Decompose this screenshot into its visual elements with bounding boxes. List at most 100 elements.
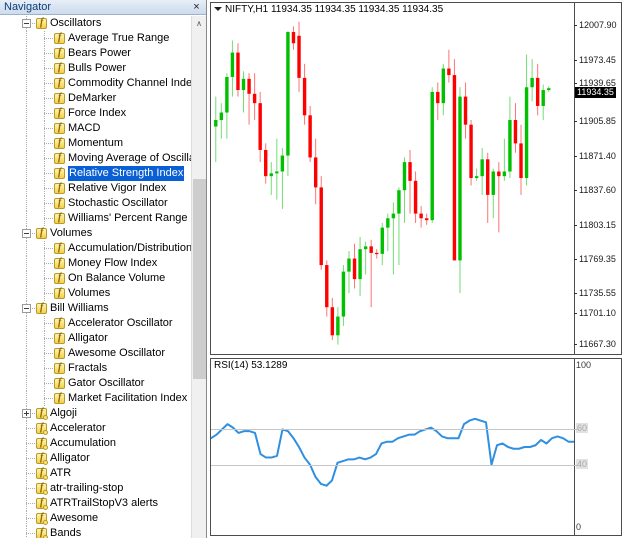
scroll-up-icon[interactable]: ∧ [192, 16, 206, 31]
tree-item-stochastic-oscillator[interactable]: Stochastic Oscillator [0, 196, 192, 211]
rsi-indicator-pane[interactable]: RSI(14) 53.1289 100 0 60 40 [210, 358, 622, 536]
tree-item-label: Oscillators [50, 17, 102, 29]
tree-item-accelerator[interactable]: Accelerator [0, 421, 192, 436]
tree-item-label: Accumulation [50, 437, 117, 449]
tree-connector-line [44, 68, 54, 69]
tree-connector-line [44, 38, 54, 39]
tree-connector-line [44, 263, 54, 264]
tree-connector-line [44, 158, 54, 159]
tree-connector-line [26, 331, 27, 346]
close-icon[interactable]: × [190, 0, 203, 14]
tree-connector-line [26, 241, 27, 256]
tree-item-gator-oscillator[interactable]: Gator Oscillator [0, 376, 192, 391]
axis-tick-mark [574, 259, 577, 261]
tree-item-alligator[interactable]: Alligator [0, 331, 192, 346]
rsi-axis[interactable]: 100 0 60 40 [574, 359, 621, 535]
tree-item-bears-power[interactable]: Bears Power [0, 46, 192, 61]
function-icon [54, 92, 65, 104]
tree-item-label: Volumes [50, 227, 93, 239]
tree-item-awesome-oscillator[interactable]: Awesome Oscillator [0, 346, 192, 361]
tree-item-accumulation[interactable]: Accumulation [0, 436, 192, 451]
tree-connector-line [44, 143, 54, 144]
tree-connector-line [26, 211, 27, 226]
price-axis[interactable]: 12007.90 11973.45 11939.65 11905.85 11871.40… [574, 3, 621, 354]
tree-item-label: Bears Power [68, 47, 131, 59]
price-plot[interactable] [211, 3, 575, 354]
rsi-level-tick [574, 429, 579, 431]
tree-item-atr-trailing-stop[interactable]: atr-trailing-stop [0, 481, 192, 496]
tree-item-market-facilitation-index[interactable]: Market Facilitation Index [0, 391, 192, 406]
tree-item-label: Fractals [68, 362, 108, 374]
tree-item-on-balance-volume[interactable]: On Balance Volume [0, 271, 192, 286]
tree-item-bill-williams[interactable]: Bill Williams [0, 301, 192, 316]
tree-collapse-icon[interactable] [22, 229, 31, 238]
navigator-tree: Oscillators Average True Range Bears Power… [0, 16, 206, 538]
tree-connector-line [26, 196, 27, 211]
tree-item-volumes[interactable]: Volumes [0, 226, 192, 241]
tree-item-atr[interactable]: ATR [0, 466, 192, 481]
tree-collapse-icon[interactable] [22, 19, 31, 28]
tree-connector-line [26, 31, 27, 46]
tree-item-accumulation-distribution[interactable]: Accumulation/Distribution [0, 241, 192, 256]
function-icon [54, 197, 65, 209]
tree-item-oscillators[interactable]: Oscillators [0, 16, 192, 31]
tree-connector-line [26, 181, 27, 196]
function-icon [54, 167, 65, 179]
tree-connector-line [26, 533, 36, 534]
tree-item-money-flow-index[interactable]: Money Flow Index [0, 256, 192, 271]
tree-item-williams-percent-range[interactable]: Williams' Percent Range [0, 211, 192, 226]
custom-function-icon [36, 527, 48, 538]
function-icon [36, 227, 47, 239]
price-chart-pane[interactable]: NIFTY,H1 11934.35 11934.35 11934.35 1193… [210, 2, 622, 355]
tree-expand-icon[interactable] [22, 409, 31, 418]
tree-item-average-true-range[interactable]: Average True Range [0, 31, 192, 46]
tree-item-bulls-power[interactable]: Bulls Power [0, 61, 192, 76]
chart-menu-caret-icon[interactable] [214, 7, 222, 12]
rsi-plot[interactable] [211, 359, 575, 535]
rsi-label: RSI(14) 53.1289 [214, 360, 288, 371]
tree-item-algoji[interactable]: Algoji [0, 406, 192, 421]
tree-item-awesome[interactable]: Awesome [0, 511, 192, 526]
price-axis-tick: 11769.35 [574, 254, 616, 264]
navigator-scrollbar[interactable]: ∧ [191, 16, 206, 538]
tree-item-demarker[interactable]: DeMarker [0, 91, 192, 106]
tree-item-label: Relative Strength Index [68, 166, 185, 181]
function-icon [54, 152, 65, 164]
navigator-tree-scroll-area[interactable]: Oscillators Average True Range Bears Power… [0, 16, 206, 538]
tree-item-atrtrailstopv3-alerts[interactable]: ATRTrailStopV3 alerts [0, 496, 192, 511]
price-axis-tick-label: 11701.10 [579, 308, 616, 318]
tree-item-accelerator-oscillator[interactable]: Accelerator Oscillator [0, 316, 192, 331]
price-axis-tick: 11735.55 [574, 288, 616, 298]
price-axis-tick-label: 11837.60 [579, 185, 616, 195]
tree-item-macd[interactable]: MACD [0, 121, 192, 136]
tree-collapse-icon[interactable] [22, 304, 31, 313]
tree-item-label: Moving Average of Oscillator [68, 152, 206, 164]
custom-function-icon [36, 512, 48, 525]
navigator-title: Navigator [4, 1, 52, 13]
tree-connector-line [26, 488, 36, 489]
price-axis-tick: 11871.40 [574, 151, 616, 161]
tree-item-momentum[interactable]: Momentum [0, 136, 192, 151]
tree-item-force-index[interactable]: Force Index [0, 106, 192, 121]
tree-item-commodity-channel-index[interactable]: Commodity Channel Index [0, 76, 198, 91]
price-axis-tick-label: 12007.90 [579, 20, 617, 30]
tree-connector-line [26, 443, 36, 444]
tree-item-moving-average-of-oscillator[interactable]: Moving Average of Oscillator [0, 151, 206, 166]
scrollbar-thumb[interactable] [193, 179, 206, 379]
price-axis-tick: 11837.60 [574, 185, 616, 195]
tree-connector-line [26, 361, 27, 376]
tree-item-volumes[interactable]: Volumes [0, 286, 192, 301]
chart-header-text: NIFTY,H1 11934.35 11934.35 11934.35 1193… [225, 4, 444, 15]
tree-connector-line [26, 91, 27, 106]
tree-item-label: Alligator [50, 452, 90, 464]
navigator-panel: Navigator × Oscillators Average True Rang… [0, 0, 207, 538]
tree-item-label: Relative Vigor Index [68, 182, 167, 194]
tree-item-relative-strength-index[interactable]: Relative Strength Index [0, 166, 192, 181]
tree-item-relative-vigor-index[interactable]: Relative Vigor Index [0, 181, 192, 196]
custom-function-icon [36, 407, 48, 420]
tree-item-alligator[interactable]: Alligator [0, 451, 192, 466]
tree-item-bands[interactable]: Bands [0, 526, 192, 538]
price-axis-tick-label: 11769.35 [579, 254, 616, 264]
tree-item-label: Bill Williams [50, 302, 109, 314]
tree-item-fractals[interactable]: Fractals [0, 361, 192, 376]
